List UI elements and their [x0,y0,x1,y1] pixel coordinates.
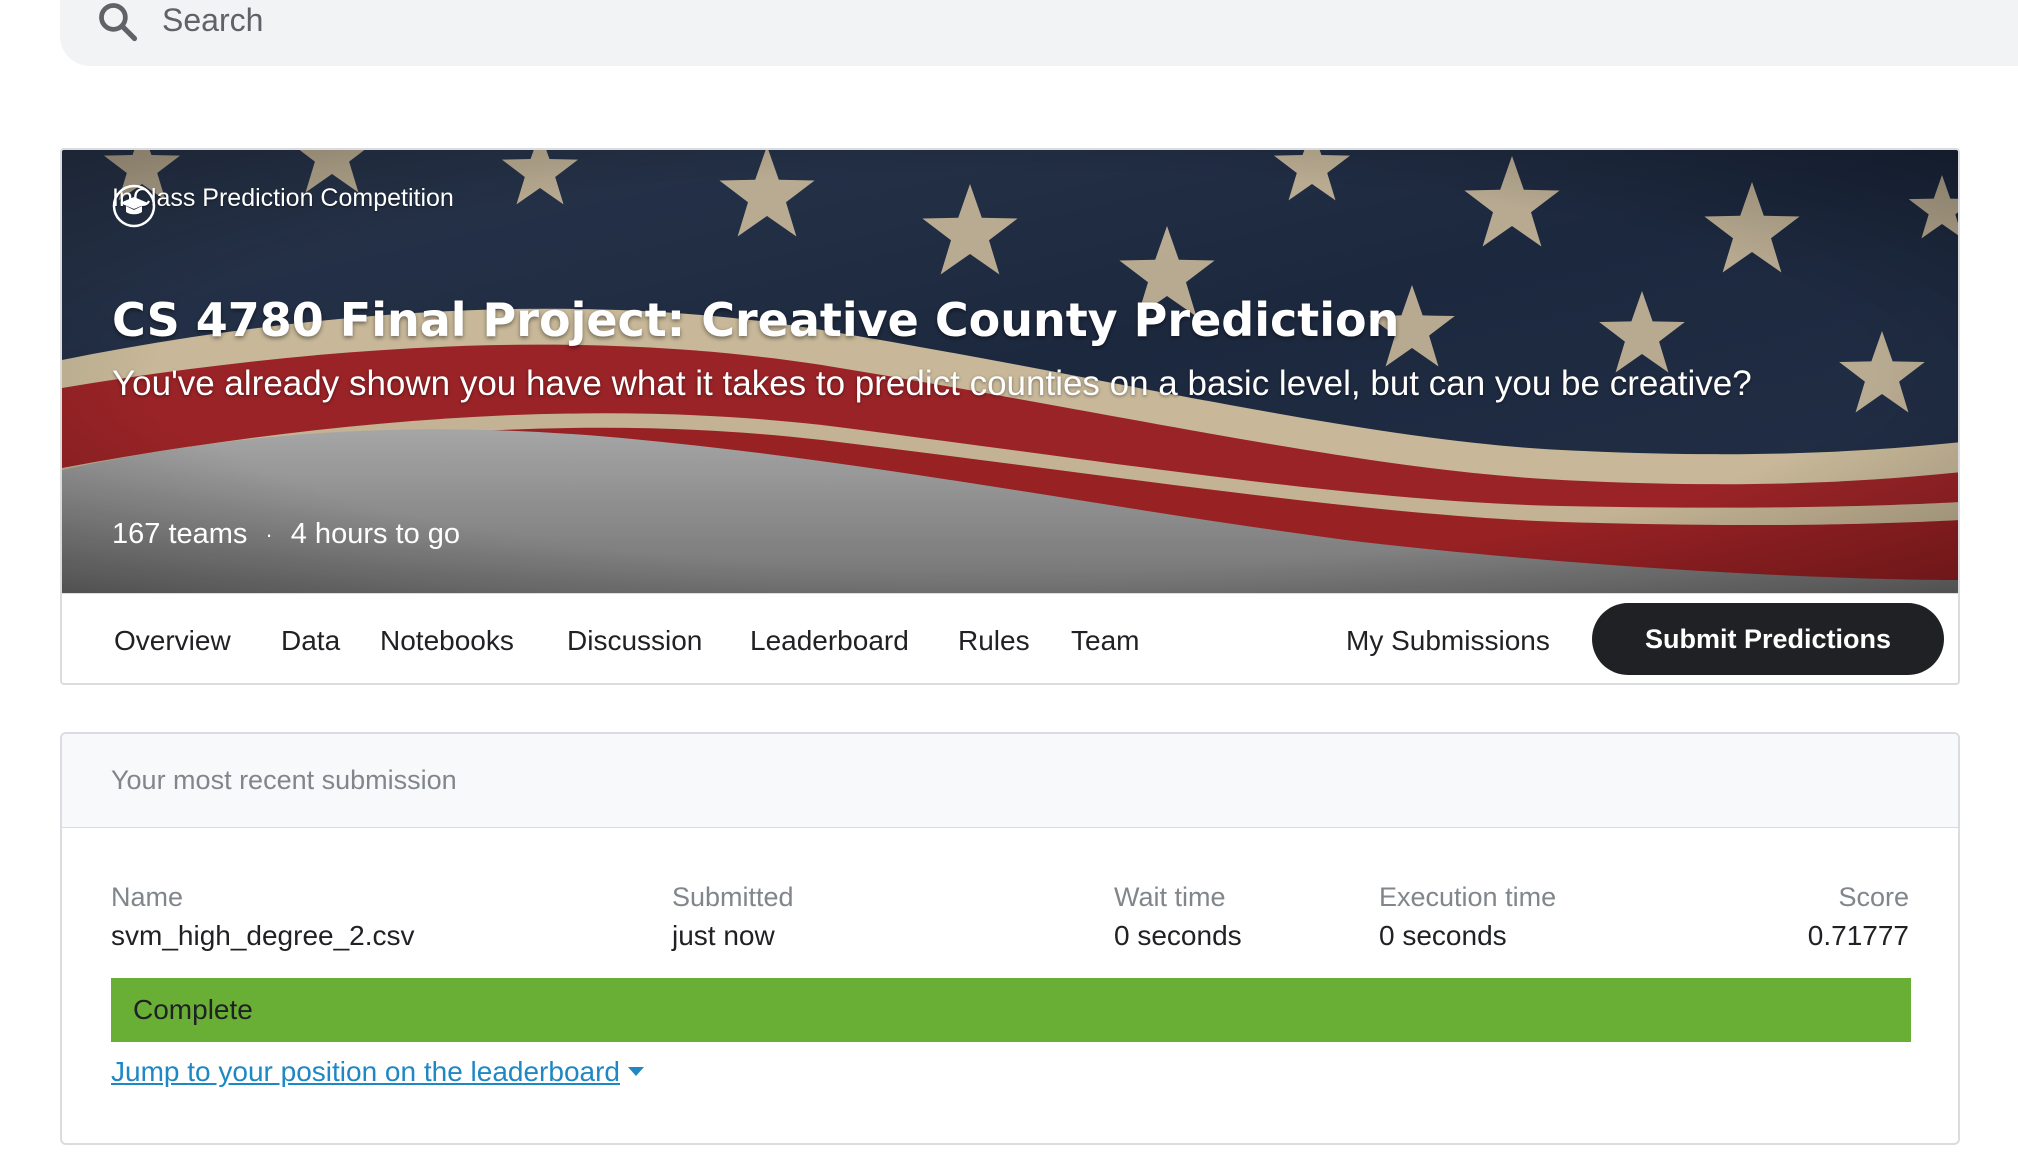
competition-subtitle: You've already shown you have what it ta… [112,364,1752,403]
search-icon [99,3,138,42]
submitted-value: just now [672,920,775,951]
tab-rules[interactable]: Rules [958,624,1030,658]
tab-leaderboard[interactable]: Leaderboard [750,624,909,658]
status-text: Complete [133,994,253,1025]
recent-submission-card: Your most recent submission Name svm_hig… [60,732,1960,1145]
tab-data[interactable]: Data [281,624,340,658]
execution-time-label: Execution time [1379,882,1557,912]
my-submissions-link[interactable]: My Submissions [1346,624,1550,658]
submission-name-column: Name svm_high_degree_2.csv [111,880,415,954]
recent-submission-heading: Your most recent submission [111,765,457,795]
submitted-label: Submitted [672,882,794,912]
name-label: Name [111,882,184,912]
search-input[interactable]: Search [162,0,263,40]
jump-to-leaderboard-link[interactable]: Jump to your position on the leaderboard [111,1056,644,1088]
execution-time-value: 0 seconds [1379,920,1507,951]
competition-type-label: InClass Prediction Competition [112,184,454,212]
competition-header: InClass Prediction Competition CS 4780 F… [60,148,1960,685]
competition-stats: 167 teams · 4 hours to go [112,518,460,551]
submission-filename: svm_high_degree_2.csv [111,920,415,951]
wait-time-value: 0 seconds [1114,920,1242,951]
score-value: 0.71777 [1807,920,1909,951]
score-label: Score [1838,882,1909,912]
tab-notebooks[interactable]: Notebooks [380,624,514,658]
submitted-column: Submitted just now [672,880,794,954]
caret-down-icon [628,1067,644,1076]
jump-link-text[interactable]: Jump to your position on the leaderboard [111,1056,620,1088]
team-count: 167 teams [112,518,248,550]
tab-overview[interactable]: Overview [114,624,231,658]
tab-discussion[interactable]: Discussion [567,624,702,658]
execution-time-column: Execution time 0 seconds [1379,880,1556,954]
search-bar[interactable]: Search [60,0,2018,66]
tab-team[interactable]: Team [1071,624,1139,658]
time-remaining: 4 hours to go [290,518,461,550]
competition-title: CS 4780 Final Project: Creative County P… [112,293,1400,347]
competition-type: InClass Prediction Competition [112,184,454,228]
banner-image: InClass Prediction Competition CS 4780 F… [62,150,1958,593]
submit-predictions-button[interactable]: Submit Predictions [1592,603,1944,675]
wait-time-label: Wait time [1114,882,1226,912]
recent-submission-header: Your most recent submission [62,734,1958,828]
graduation-cap-icon [112,184,156,228]
stats-separator: · [265,521,273,547]
score-column: Score 0.71777 [1808,880,1909,954]
competition-tabs: Overview Data Notebooks Discussion Leade… [62,593,1958,683]
wait-time-column: Wait time 0 seconds [1114,880,1242,954]
status-badge: Complete [111,978,1911,1042]
